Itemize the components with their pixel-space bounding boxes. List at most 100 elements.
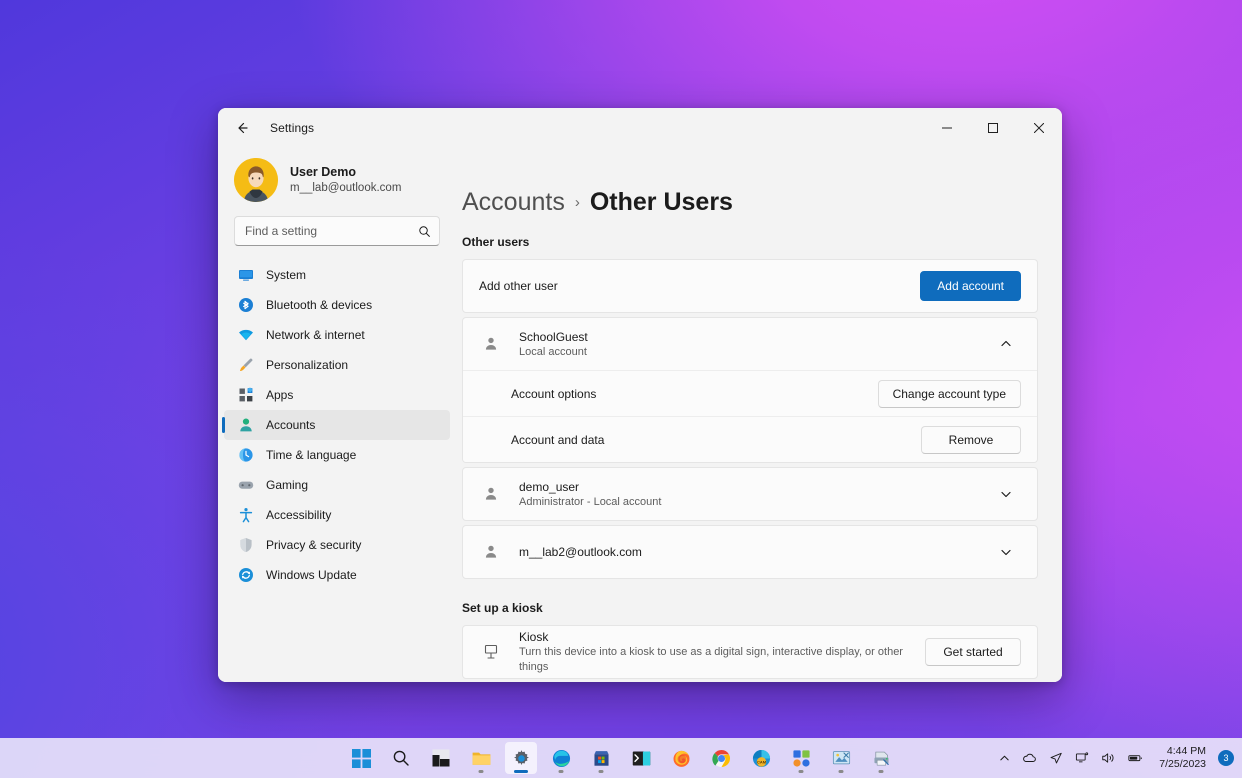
taskbar-icons: CAM	[345, 742, 897, 774]
shield-icon	[238, 537, 254, 553]
window-body: User Demo m__lab@outlook.com Find a sett…	[218, 148, 1062, 682]
sidebar: User Demo m__lab@outlook.com Find a sett…	[218, 148, 456, 682]
chevron-down-icon[interactable]	[991, 479, 1021, 509]
account-row-demo-user[interactable]: demo_user Administrator - Local account	[463, 468, 1037, 520]
microsoft-edge-icon[interactable]	[545, 742, 577, 774]
person-contact-icon	[479, 336, 503, 352]
search-taskbar-icon[interactable]	[385, 742, 417, 774]
settings-window: Settings User Demo m__lab@outlook.com Fi…	[218, 108, 1062, 682]
start-button[interactable]	[345, 742, 377, 774]
sidebar-item-apps[interactable]: Apps	[224, 380, 450, 410]
sidebar-item-bluetooth-devices[interactable]: Bluetooth & devices	[224, 290, 450, 320]
clock[interactable]: 4:44 PM 7/25/2023	[1151, 742, 1214, 774]
notification-badge[interactable]: 3	[1218, 750, 1234, 766]
search-input[interactable]	[245, 224, 418, 238]
figma-icon[interactable]	[785, 742, 817, 774]
task-view-icon[interactable]	[425, 742, 457, 774]
add-account-button[interactable]: Add account	[920, 271, 1021, 301]
sidebar-item-system[interactable]: System	[224, 260, 450, 290]
maximize-button[interactable]	[970, 108, 1016, 148]
monitor-tray-icon[interactable]	[1070, 742, 1094, 774]
remove-account-button[interactable]: Remove	[921, 425, 1021, 454]
close-button[interactable]	[1016, 108, 1062, 148]
sidebar-item-gaming[interactable]: Gaming	[224, 470, 450, 500]
sidebar-account-card[interactable]: User Demo m__lab@outlook.com	[218, 148, 456, 216]
add-other-user-card: Add other user Add account	[462, 259, 1038, 313]
chevron-up-icon[interactable]	[994, 742, 1015, 774]
clock-date: 7/25/2023	[1159, 758, 1206, 770]
account-info-demo-user: demo_user Administrator - Local account	[519, 479, 975, 510]
back-arrow-icon[interactable]	[226, 112, 258, 144]
sidebar-item-network-internet[interactable]: Network & internet	[224, 320, 450, 350]
account-card-mlab2: m__lab2@outlook.com	[462, 525, 1038, 579]
account-info-mlab2: m__lab2@outlook.com	[519, 544, 975, 560]
add-other-user-label: Add other user	[479, 279, 558, 293]
chevron-down-icon[interactable]	[991, 537, 1021, 567]
taskbar-running-pip	[878, 770, 884, 773]
account-and-data-action: Remove	[921, 425, 1021, 454]
file-explorer-icon[interactable]	[465, 742, 497, 774]
chevron-up-icon[interactable]	[991, 329, 1021, 359]
page-title: Other Users	[589, 188, 733, 216]
sidebar-item-label: Accessibility	[266, 508, 332, 522]
sidebar-item-personalization[interactable]: Personalization	[224, 350, 450, 380]
sidebar-item-time-language[interactable]: Time & language	[224, 440, 450, 470]
sidebar-item-label: Network & internet	[266, 328, 365, 342]
snipping-tool-icon[interactable]	[825, 742, 857, 774]
sidebar-item-accounts[interactable]: Accounts	[222, 410, 450, 440]
taskbar-active-pip	[514, 770, 528, 773]
sidebar-item-windows-update[interactable]: Windows Update	[224, 560, 450, 590]
taskbar-running-pip	[798, 770, 804, 773]
send-icon[interactable]	[1044, 742, 1068, 774]
sidebar-item-label: Privacy & security	[266, 538, 362, 552]
account-row-mlab2[interactable]: m__lab2@outlook.com	[463, 526, 1037, 578]
kiosk-info: Kiosk Turn this device into a kiosk to u…	[519, 629, 909, 675]
person-icon	[238, 417, 254, 433]
speaker-icon[interactable]	[1096, 742, 1120, 774]
change-account-type-button[interactable]: Change account type	[877, 379, 1021, 408]
monitor-icon	[238, 267, 254, 283]
settings-taskbar-icon[interactable]	[505, 742, 537, 774]
kiosk-title: Kiosk	[519, 630, 549, 644]
terminal-icon[interactable]	[625, 742, 657, 774]
paintbrush-icon	[238, 357, 254, 373]
kiosk-action: Get started	[925, 638, 1021, 666]
breadcrumb-separator-icon: ›	[574, 194, 580, 211]
sidebar-item-label: Bluetooth & devices	[266, 298, 373, 312]
camtasia-icon[interactable]: CAM	[745, 742, 777, 774]
microsoft-store-icon[interactable]	[585, 742, 617, 774]
taskbar-running-pip	[598, 770, 604, 773]
bluetooth-icon	[238, 297, 254, 313]
account-name: SchoolGuest	[519, 329, 588, 344]
sidebar-item-accessibility[interactable]: Accessibility	[224, 500, 450, 530]
get-started-button[interactable]: Get started	[925, 638, 1021, 666]
taskbar-running-pip	[558, 770, 564, 773]
person-contact-icon	[479, 486, 503, 502]
taskbar-running-pip	[838, 770, 844, 773]
account-subtitle: Administrator - Local account	[519, 495, 662, 508]
printer-icon[interactable]	[865, 742, 897, 774]
account-and-data-label-wrap: Account and data	[511, 432, 921, 448]
window-title: Settings	[270, 121, 315, 135]
google-chrome-icon[interactable]	[705, 742, 737, 774]
avatar	[234, 158, 278, 202]
kiosk-section-title: Set up a kiosk	[462, 601, 543, 615]
minimize-button[interactable]	[924, 108, 970, 148]
account-name: m__lab2@outlook.com	[519, 545, 642, 559]
cloud-icon[interactable]	[1017, 742, 1042, 774]
firefox-icon[interactable]	[665, 742, 697, 774]
apps-grid-icon	[238, 387, 254, 403]
breadcrumb-root[interactable]: Accounts	[462, 188, 565, 217]
account-row-schoolguest[interactable]: SchoolGuest Local account	[463, 318, 1037, 370]
window-titlebar: Settings	[218, 108, 1062, 148]
account-email: m__lab@outlook.com	[290, 182, 402, 194]
sidebar-item-privacy-security[interactable]: Privacy & security	[224, 530, 450, 560]
wifi-icon	[238, 327, 254, 343]
clock-globe-icon	[238, 447, 254, 463]
battery-icon[interactable]	[1122, 742, 1149, 774]
account-options-row: Account options Change account type	[463, 370, 1037, 416]
search-box[interactable]	[234, 216, 440, 246]
account-and-data-row: Account and data Remove	[463, 416, 1037, 462]
account-options-action: Change account type	[877, 379, 1021, 408]
main-content: Accounts › Other Users Other users Add o…	[456, 148, 1062, 682]
